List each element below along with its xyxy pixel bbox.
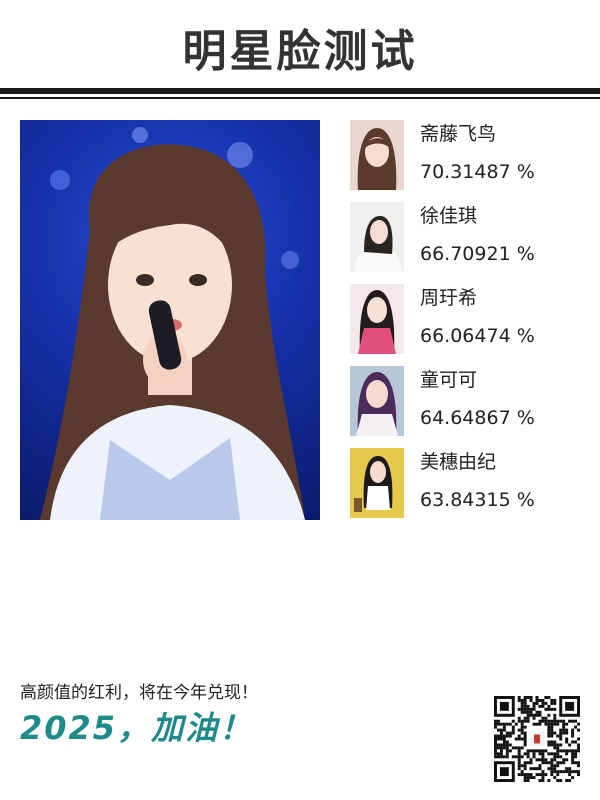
qr-code-icon[interactable] [494, 696, 580, 782]
match-item[interactable]: 童可可 64.64867 % [350, 366, 590, 438]
title-divider-thin [0, 97, 600, 99]
match-score: 63.84315 % [420, 489, 535, 511]
match-name: 斋藤飞鸟 [420, 123, 497, 145]
match-item[interactable]: 周玗希 66.06474 % [350, 284, 590, 356]
cheer-text: 2025，加油！ [20, 709, 254, 747]
match-score: 66.70921 % [420, 243, 535, 265]
match-thumbnail [350, 284, 404, 354]
match-score: 64.64867 % [420, 407, 535, 429]
match-thumbnail [350, 366, 404, 436]
person-thumbnail-icon [350, 284, 404, 354]
qr-code-graphic [494, 696, 580, 782]
person-thumbnail-icon [350, 120, 404, 190]
main-photo[interactable] [20, 120, 320, 520]
match-thumbnail [350, 120, 404, 190]
match-thumbnail [350, 202, 404, 272]
title-divider-thick [0, 88, 600, 94]
match-thumbnail [350, 448, 404, 518]
match-item[interactable]: 徐佳琪 66.70921 % [350, 202, 590, 274]
page-title: 明星脸测试 [182, 26, 418, 77]
main-photo-illustration [40, 127, 305, 520]
person-thumbnail-icon [350, 366, 404, 436]
match-item[interactable]: 美穗由纪 63.84315 % [350, 448, 590, 520]
person-thumbnail-icon [350, 202, 404, 272]
match-name: 徐佳琪 [420, 205, 478, 227]
match-score: 70.31487 % [420, 161, 535, 183]
match-name: 美穗由纪 [420, 451, 497, 473]
person-thumbnail-icon [350, 448, 404, 518]
match-name: 童可可 [420, 369, 478, 391]
match-score: 66.06474 % [420, 325, 535, 347]
slogan-text: 高颜值的红利，将在今年兑现！ [20, 683, 258, 703]
match-name: 周玗希 [420, 287, 478, 309]
match-item[interactable]: 斋藤飞鸟 70.31487 % [350, 120, 590, 192]
